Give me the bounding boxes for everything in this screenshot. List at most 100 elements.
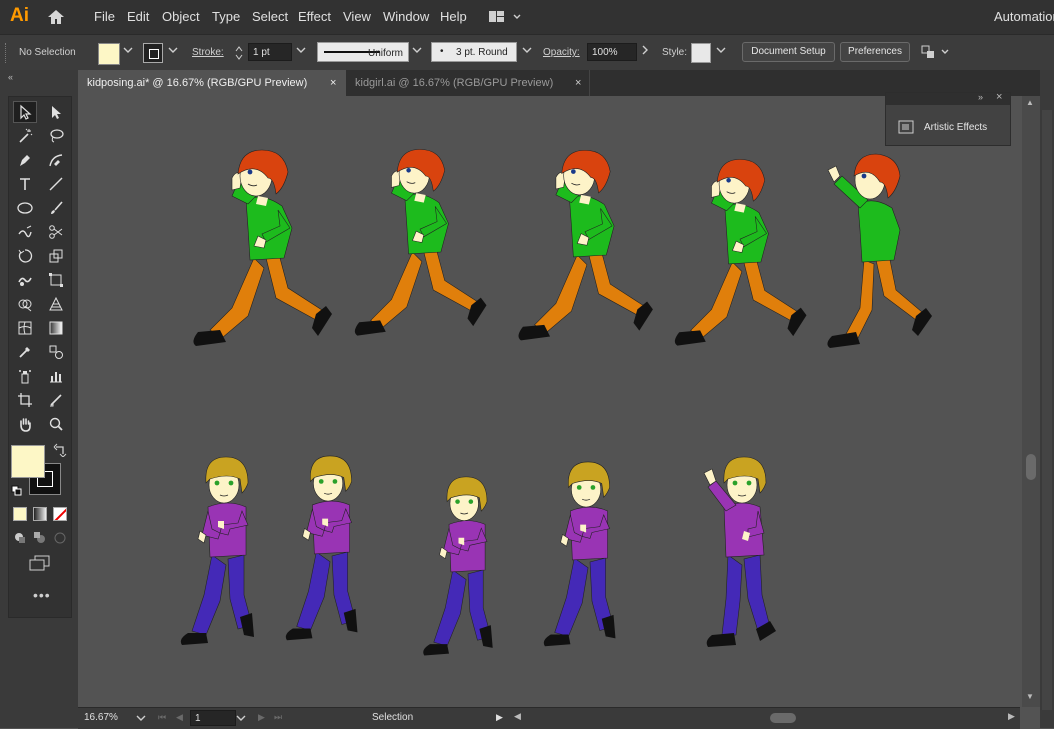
artboard-canvas[interactable] <box>78 96 1022 707</box>
type-tool-icon[interactable] <box>13 173 37 195</box>
stroke-swatch[interactable] <box>143 43 163 63</box>
menu-type[interactable]: Type <box>212 9 240 24</box>
tab-kidposing[interactable]: kidposing.ai* @ 16.67% (RGB/GPU Preview)… <box>78 70 346 96</box>
variable-width-profile[interactable]: Uniform <box>317 42 409 62</box>
magic-wand-tool-icon[interactable] <box>13 125 37 147</box>
ellipse-tool-icon[interactable] <box>13 197 37 219</box>
color-mode-icon[interactable] <box>13 507 27 521</box>
style-dropdown-icon[interactable] <box>716 46 726 56</box>
draw-normal-icon[interactable] <box>13 531 27 545</box>
next-artboard-icon[interactable]: ▶ <box>258 712 265 723</box>
default-fill-stroke-icon[interactable] <box>11 485 23 497</box>
opacity-label[interactable]: Opacity: <box>543 47 580 58</box>
swap-fill-stroke-icon[interactable] <box>53 443 67 458</box>
fill-dropdown-icon[interactable] <box>123 46 133 56</box>
perspective-grid-tool-icon[interactable] <box>44 293 68 315</box>
scroll-up-icon[interactable]: ▲ <box>1026 98 1034 107</box>
expand-panel-icon[interactable]: » <box>978 92 983 102</box>
horizontal-scroll-thumb[interactable] <box>770 713 796 723</box>
horizontal-scrollbar[interactable]: ◀ ▶ <box>514 711 1020 725</box>
pen-tool-icon[interactable] <box>13 149 37 171</box>
arrange-icon[interactable] <box>920 43 952 61</box>
stroke-dropdown-icon[interactable] <box>168 46 178 56</box>
zoom-tool-icon[interactable] <box>44 413 68 435</box>
last-artboard-icon[interactable]: ⏭ <box>274 712 282 723</box>
selection-tool-icon[interactable] <box>12 101 37 123</box>
stroke-weight-dropdown-icon[interactable] <box>296 46 306 56</box>
blend-tool-icon[interactable] <box>44 341 68 363</box>
tab-kidgirl[interactable]: kidgirl.ai @ 16.67% (RGB/GPU Preview) × <box>346 70 590 96</box>
artistic-effects-icon[interactable] <box>898 120 914 134</box>
artboard-dropdown-icon[interactable] <box>236 713 246 725</box>
control-bar: No Selection Stroke: 1 pt Uniform • 3 pt… <box>0 34 1054 72</box>
slice-tool-icon[interactable] <box>44 389 68 411</box>
artboard-tool-icon[interactable] <box>13 389 37 411</box>
close-tab-icon[interactable]: × <box>330 70 336 96</box>
menu-edit[interactable]: Edit <box>127 9 149 24</box>
fill-color-box[interactable] <box>11 445 45 478</box>
none-mode-icon[interactable] <box>53 507 67 521</box>
document-setup-button[interactable]: Document Setup <box>742 42 835 62</box>
gradient-mode-icon[interactable] <box>33 507 47 521</box>
previous-artboard-icon[interactable]: ◀ <box>176 712 183 723</box>
preferences-button[interactable]: Preferences <box>840 42 910 62</box>
fill-swatch[interactable] <box>98 43 120 65</box>
stroke-weight-stepper-icon[interactable] <box>234 43 244 63</box>
warp-tool-icon[interactable] <box>13 269 37 291</box>
direct-selection-tool-icon[interactable] <box>44 101 68 123</box>
first-artboard-icon[interactable]: ⏮ <box>158 712 166 723</box>
symbol-sprayer-tool-icon[interactable] <box>13 365 37 387</box>
scroll-right-icon[interactable]: ▶ <box>1008 711 1015 722</box>
brush-dropdown-icon[interactable] <box>522 46 532 56</box>
opacity-input[interactable]: 100% <box>587 43 637 61</box>
panel-header[interactable]: » × <box>886 91 1010 105</box>
eyedropper-tool-icon[interactable] <box>13 341 37 363</box>
line-segment-tool-icon[interactable] <box>44 173 68 195</box>
brush-definition[interactable]: • 3 pt. Round <box>431 42 517 62</box>
artistic-effects-label[interactable]: Artistic Effects <box>924 122 987 133</box>
artboard-number-input[interactable]: 1 <box>190 710 236 726</box>
stroke-weight-input[interactable]: 1 pt <box>248 43 292 61</box>
scroll-left-icon[interactable]: ◀ <box>514 711 521 722</box>
opacity-expand-icon[interactable] <box>641 45 649 57</box>
arrange-documents-icon[interactable] <box>488 10 522 24</box>
mesh-tool-icon[interactable] <box>13 317 37 339</box>
menu-effect[interactable]: Effect <box>298 9 331 24</box>
menu-select[interactable]: Select <box>252 9 288 24</box>
close-tab-icon[interactable]: × <box>575 70 581 96</box>
vertical-scroll-thumb[interactable] <box>1026 454 1036 480</box>
profile-dropdown-icon[interactable] <box>412 46 422 56</box>
collapse-panel-icon[interactable]: « <box>8 72 13 82</box>
shape-builder-tool-icon[interactable] <box>13 293 37 315</box>
graphic-style-swatch[interactable] <box>691 43 711 63</box>
zoom-level[interactable]: 16.67% <box>84 712 118 723</box>
workspace-switcher[interactable]: Automation <box>994 9 1054 24</box>
close-panel-icon[interactable]: × <box>996 91 1002 103</box>
menu-window[interactable]: Window <box>383 9 429 24</box>
draw-behind-icon[interactable] <box>33 531 47 545</box>
menu-object[interactable]: Object <box>162 9 200 24</box>
lasso-tool-icon[interactable] <box>44 125 68 147</box>
menu-file[interactable]: File <box>94 9 115 24</box>
column-graph-tool-icon[interactable] <box>44 365 68 387</box>
screen-mode-icon[interactable] <box>29 555 51 573</box>
zoom-dropdown-icon[interactable] <box>136 713 146 725</box>
scroll-down-icon[interactable]: ▼ <box>1026 692 1034 701</box>
edit-toolbar-icon[interactable]: ••• <box>33 587 51 603</box>
home-icon[interactable] <box>46 8 66 26</box>
rotate-tool-icon[interactable] <box>13 245 37 267</box>
scissors-tool-icon[interactable] <box>44 221 68 243</box>
vertical-scrollbar[interactable]: ▲ ▼ <box>1022 96 1040 707</box>
gradient-tool-icon[interactable] <box>44 317 68 339</box>
free-transform-tool-icon[interactable] <box>44 269 68 291</box>
stroke-label[interactable]: Stroke: <box>192 47 224 58</box>
paintbrush-tool-icon[interactable] <box>44 197 68 219</box>
menu-view[interactable]: View <box>343 9 371 24</box>
hand-tool-icon[interactable] <box>13 413 37 435</box>
curvature-tool-icon[interactable] <box>44 149 68 171</box>
shaper-tool-icon[interactable] <box>13 221 37 243</box>
draw-inside-icon[interactable] <box>53 531 67 545</box>
menu-help[interactable]: Help <box>440 9 467 24</box>
status-menu-icon[interactable]: ▶ <box>496 712 503 723</box>
scale-tool-icon[interactable] <box>44 245 68 267</box>
